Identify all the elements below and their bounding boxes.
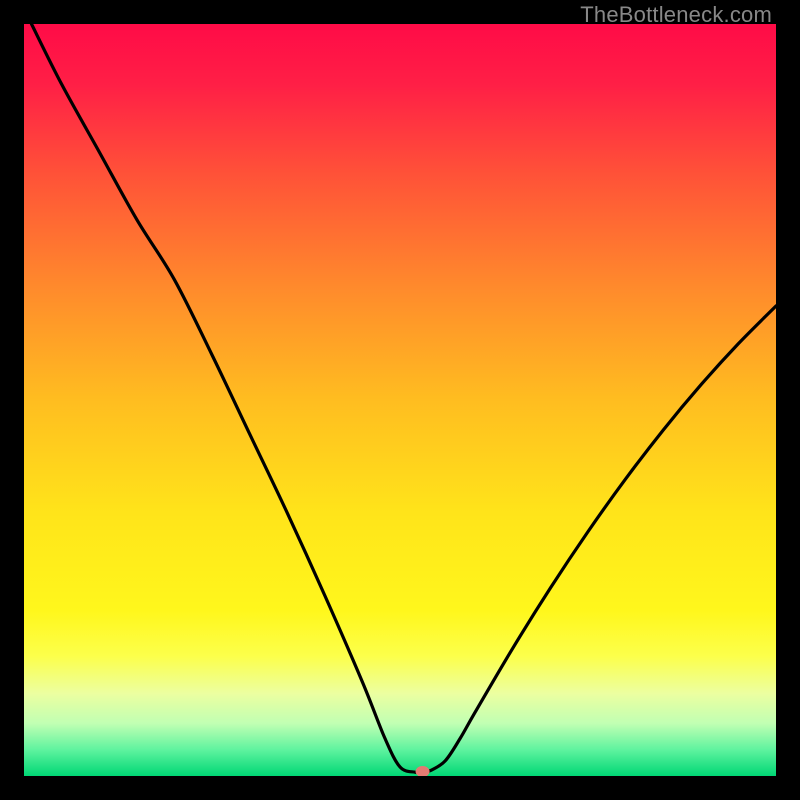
watermark-text: TheBottleneck.com bbox=[580, 2, 772, 28]
gradient-background bbox=[24, 24, 776, 776]
bottleneck-chart bbox=[24, 24, 776, 776]
chart-frame bbox=[24, 24, 776, 776]
